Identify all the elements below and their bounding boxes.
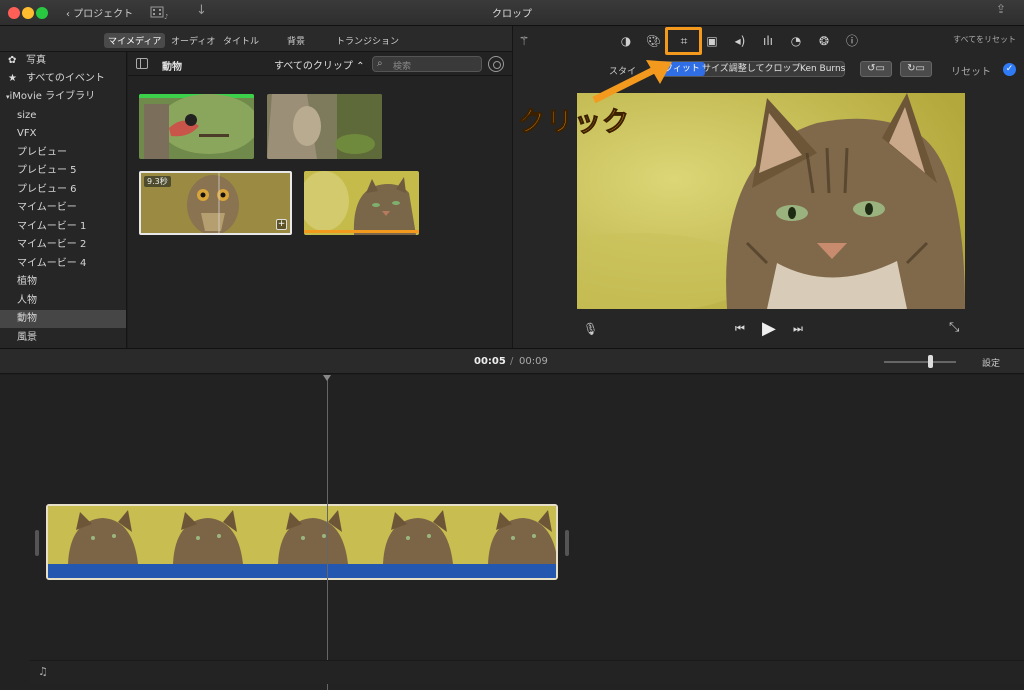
speed-gauge-icon[interactable]: ◔ <box>789 34 803 48</box>
sidebar-toggle-icon[interactable] <box>136 58 148 69</box>
color-balance-icon[interactable]: ◑ <box>619 34 633 48</box>
volume-icon[interactable]: ◂) <box>733 34 747 48</box>
crop-mode-ken-burns[interactable]: Ken Burns <box>795 62 850 76</box>
sidebar-item-event[interactable]: 植物 <box>0 273 126 291</box>
timeline-settings-button[interactable]: 設定 <box>982 356 1000 369</box>
clip-frame <box>468 506 556 564</box>
time-separator: / <box>510 356 514 367</box>
clip-thumbnail-squirrel[interactable] <box>267 94 382 159</box>
stabilization-camera-icon[interactable]: ▣ <box>705 34 719 48</box>
clip-frame <box>153 506 258 564</box>
clip-right-trim-handle[interactable] <box>565 530 569 556</box>
sidebar-item-event[interactable]: size <box>0 107 126 125</box>
music-note-icon: ♫ <box>38 665 48 678</box>
rotate-right-button[interactable]: ↻▭ <box>900 61 932 77</box>
sidebar-item-event[interactable]: マイムービー 1 <box>0 218 126 236</box>
sidebar-item-event[interactable]: 風景 <box>0 329 126 347</box>
rotate-left-button[interactable]: ↺▭ <box>860 61 892 77</box>
timeline-clip-cat[interactable] <box>46 504 558 580</box>
imovie-window: ‹ プロジェクト ♪ ↓ クロップ ⇪ マイメディア オーディオ タイトル 背景… <box>0 0 1024 690</box>
clip-thumbnail-owl[interactable]: 9.3秒 + <box>139 171 292 235</box>
share-icon[interactable]: ⇪ <box>996 2 1006 16</box>
event-title: 動物 <box>162 62 182 73</box>
clip-thumbnail-bird[interactable] <box>139 94 254 159</box>
clip-frame <box>363 506 468 564</box>
timeline-header: 00:05 / 00:09 設定 <box>0 348 1024 374</box>
sidebar-item-library[interactable]: ▾iMovie ライブラリ <box>0 88 126 106</box>
tab-backgrounds[interactable]: 背景 <box>283 33 309 48</box>
search-input[interactable]: 検索 <box>393 59 411 72</box>
search-field[interactable]: ⌕ 検索 <box>372 56 482 72</box>
playhead[interactable] <box>327 375 328 690</box>
annotation-click-label: クリック <box>518 107 630 139</box>
tab-titles[interactable]: タイトル <box>219 33 263 48</box>
gear-icon[interactable] <box>488 56 504 72</box>
sidebar-item-label: 写真 <box>26 55 46 66</box>
sidebar-item-event[interactable]: マイムービー <box>0 199 126 217</box>
timeline: ♫ <box>0 375 1024 690</box>
sidebar-item-event[interactable]: プレビュー <box>0 144 126 162</box>
music-track[interactable]: ♫ <box>30 660 1024 684</box>
apply-check-button[interactable]: ✓ <box>1003 63 1016 76</box>
clip-duration-badge: 9.3秒 <box>144 176 171 187</box>
clip-thumbnail-cat[interactable] <box>304 171 419 235</box>
tab-audio[interactable]: オーディオ <box>167 33 219 48</box>
playhead-marker[interactable] <box>323 375 331 381</box>
sidebar-item-event[interactable]: プレビュー 6 <box>0 181 126 199</box>
skip-forward-icon[interactable]: ⏭︎ <box>793 322 803 336</box>
zoom-slider-knob[interactable] <box>928 355 933 368</box>
sidebar-item-event[interactable]: プレビュー 5 <box>0 162 126 180</box>
flower-icon: ✿ <box>8 55 17 66</box>
clip-filter-icon[interactable]: ❂ <box>817 34 831 48</box>
clip-frame <box>258 506 363 564</box>
reset-all-button[interactable]: すべてをリセット <box>953 34 1016 45</box>
sidebar-item-label: iMovie ライブラリ <box>9 91 96 102</box>
media-tabs: マイメディア オーディオ タイトル 背景 トランジション <box>0 26 512 52</box>
timeline-zoom-slider[interactable] <box>884 361 956 363</box>
sidebar-item-label: すべてのイベント <box>26 73 105 84</box>
reset-button[interactable]: リセット <box>951 63 991 78</box>
add-clip-button[interactable]: + <box>276 219 287 230</box>
clip-frame <box>48 506 153 564</box>
noise-equalizer-icon[interactable]: ılı <box>761 34 775 48</box>
crop-mode-segmented-control: フィット サイズ調整してクロップ Ken Burns <box>658 61 845 77</box>
search-icon: ⌕ <box>377 58 383 69</box>
fullscreen-icon[interactable]: ⤡ <box>949 320 959 335</box>
current-time: 00:05 <box>474 356 506 367</box>
tab-transitions[interactable]: トランジション <box>332 33 403 48</box>
crop-mode-crop-to-fill[interactable]: サイズ調整してクロップ <box>697 62 805 76</box>
sidebar-item-event[interactable]: 人物 <box>0 292 126 310</box>
video-preview <box>577 93 965 309</box>
sidebar-item-event[interactable]: マイムービー 4 <box>0 255 126 273</box>
library-sidebar: ✿ 写真 ★ すべてのイベント ▾iMovie ライブラリ size VFX プレビ… <box>0 52 127 348</box>
sidebar-item-animals[interactable]: 動物 <box>0 310 126 328</box>
sidebar-item-event[interactable]: VFX <box>0 125 126 143</box>
clip-filter-select[interactable]: すべてのクリップ ⌃ <box>274 57 364 72</box>
sidebar-item-photos[interactable]: ✿ 写真 <box>0 52 126 70</box>
crop-highlight-box <box>665 27 702 55</box>
microphone-icon[interactable]: 🎙︎ <box>583 322 598 336</box>
media-browser: 動物 すべてのクリップ ⌃ ⌕ 検索 9.3秒 + <box>128 52 512 348</box>
browser-header: 動物 すべてのクリップ ⌃ ⌕ 検索 <box>128 52 512 76</box>
sidebar-item-event[interactable]: マイムービー 2 <box>0 236 126 254</box>
clip-left-trim-handle[interactable] <box>35 530 39 556</box>
title-bar: ‹ プロジェクト ♪ ↓ クロップ ⇪ <box>0 0 1024 26</box>
clip-audio-waveform <box>48 564 556 578</box>
star-icon: ★ <box>8 73 17 84</box>
info-icon[interactable]: ⓘ <box>845 34 859 48</box>
sidebar-item-all-events[interactable]: ★ すべてのイベント <box>0 70 126 88</box>
magic-wand-icon[interactable]: ⚚ <box>517 34 531 48</box>
play-icon[interactable]: ▶ <box>762 318 776 339</box>
tab-my-media[interactable]: マイメディア <box>104 33 166 48</box>
skip-back-icon[interactable]: ⏮︎ <box>735 322 745 336</box>
window-title: クロップ <box>492 9 532 20</box>
adjustments-toolbar: ⚚ ◑ 🎨︎ ⌗ ▣ ◂) ılı ◔ ❂ ⓘ すべてをリセット <box>513 26 1024 55</box>
color-correction-palette-icon[interactable]: 🎨︎ <box>646 34 661 48</box>
total-time: 00:09 <box>519 356 548 367</box>
